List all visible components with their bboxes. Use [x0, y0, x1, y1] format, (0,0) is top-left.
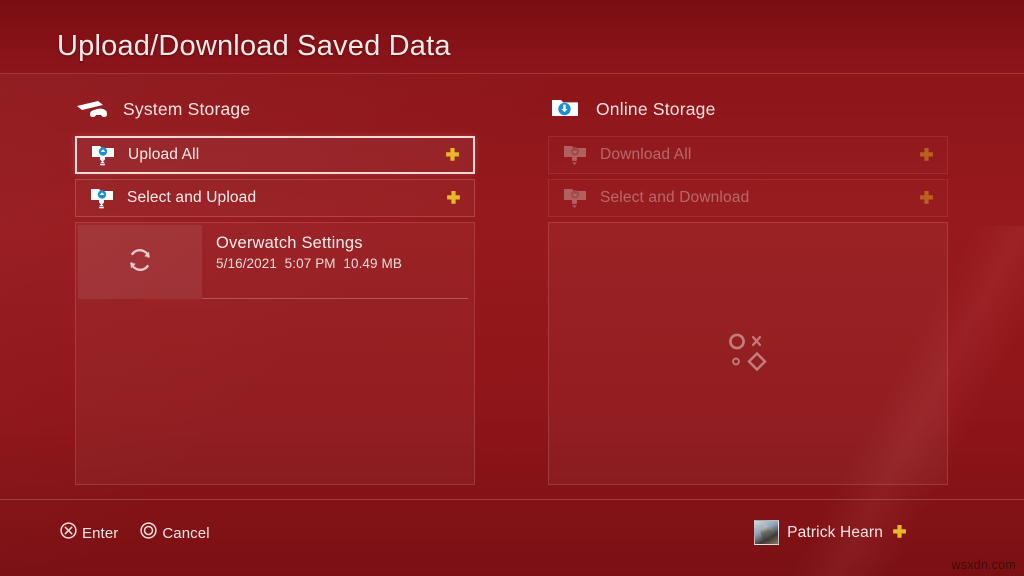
online-storage-save-list[interactable] [548, 222, 948, 485]
select-and-download-button[interactable]: Select and Download [548, 179, 948, 217]
save-date: 5/16/2021 [216, 256, 277, 271]
folder-download-icon [562, 186, 588, 210]
online-storage-label: Online Storage [596, 98, 716, 119]
system-storage-header: System Storage [75, 92, 475, 126]
system-storage-column: System Storage Upload All Select and Upl… [75, 92, 475, 222]
cloud-folder-download-icon [548, 96, 582, 122]
ps-plus-icon [445, 190, 462, 207]
folder-upload-icon [89, 186, 115, 210]
system-storage-label: System Storage [123, 98, 251, 119]
folder-download-icon [562, 143, 588, 167]
save-details: Overwatch Settings 5/16/2021 5:07 PM 10.… [202, 223, 474, 301]
folder-upload-icon [90, 143, 116, 167]
avatar [754, 520, 780, 545]
select-and-upload-button[interactable]: Select and Upload [75, 179, 475, 217]
hint-cancel[interactable]: Cancel [140, 522, 210, 544]
save-thumbnail [78, 225, 202, 299]
page-title: Upload/Download Saved Data [57, 30, 451, 62]
online-storage-column: Online Storage Download All Select and D… [548, 92, 948, 222]
sync-icon [125, 245, 155, 280]
hint-cancel-label: Cancel [162, 524, 210, 542]
system-storage-save-list[interactable]: Overwatch Settings 5/16/2021 5:07 PM 10.… [75, 222, 475, 485]
online-storage-header: Online Storage [548, 92, 948, 126]
ps4-console-icon [75, 96, 109, 122]
ps-plus-icon [918, 147, 935, 164]
download-all-label: Download All [600, 146, 692, 163]
select-and-download-label: Select and Download [600, 189, 750, 206]
upload-all-button[interactable]: Upload All [75, 136, 475, 174]
save-size: 10.49 MB [343, 256, 402, 271]
cross-button-icon [60, 522, 77, 544]
playstation-face-buttons-icon [725, 330, 771, 377]
ps-plus-icon [918, 190, 935, 207]
save-subtitle: 5/16/2021 5:07 PM 10.49 MB [216, 256, 460, 271]
button-hints: Enter Cancel [60, 522, 210, 544]
save-time: 5:07 PM [284, 256, 336, 271]
list-item-divider [202, 298, 468, 299]
hint-enter-label: Enter [82, 524, 119, 542]
ps4-saved-data-screen: Upload/Download Saved Data System Storag… [0, 0, 1024, 576]
upload-all-label: Upload All [128, 146, 200, 163]
save-title: Overwatch Settings [216, 234, 363, 252]
ps-plus-icon [891, 524, 908, 541]
download-all-button[interactable]: Download All [548, 136, 948, 174]
page-header: Upload/Download Saved Data [0, 0, 1024, 74]
circle-button-icon [140, 522, 158, 544]
ps-plus-icon [444, 147, 461, 164]
user-profile[interactable]: Patrick Hearn [754, 520, 908, 545]
list-item[interactable]: Overwatch Settings 5/16/2021 5:07 PM 10.… [76, 223, 474, 301]
site-watermark: wsxdn.com [951, 558, 1016, 572]
hint-enter[interactable]: Enter [60, 522, 118, 544]
user-name: Patrick Hearn [787, 523, 883, 541]
footer-bar: Enter Cancel Patrick Hearn wsxdn.com [0, 499, 1024, 576]
select-and-upload-label: Select and Upload [127, 189, 257, 206]
